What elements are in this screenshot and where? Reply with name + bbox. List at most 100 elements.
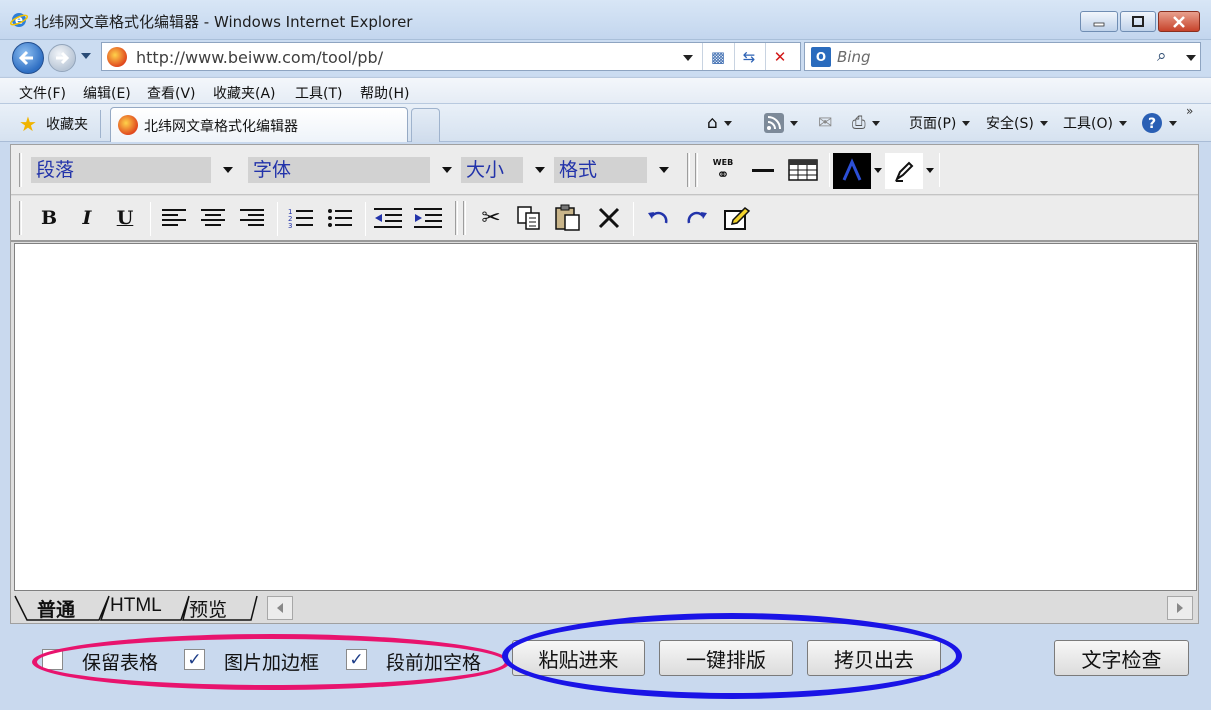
copy-icon <box>517 206 540 230</box>
ordered-list-button[interactable]: 123 <box>286 204 316 232</box>
help-button[interactable]: ? <box>1141 111 1177 135</box>
chevron-overflow-icon[interactable]: » <box>1186 104 1193 118</box>
address-url[interactable]: http://www.beiww.com/tool/pb/ <box>136 48 383 67</box>
editor-toolbar-row-1: 段落 字体 大小 格式 WEB ⚭ <box>11 145 1198 195</box>
italic-button[interactable]: I <box>73 204 101 232</box>
print-button[interactable]: ⎙ <box>852 111 880 135</box>
align-left-button[interactable] <box>159 204 189 232</box>
menu-edit[interactable]: 编辑(E) <box>83 83 131 103</box>
tools-menu-label: 工具(O) <box>1063 116 1113 132</box>
tab-preview[interactable]: 预览 <box>189 595 227 621</box>
tab-normal[interactable]: 普通 <box>37 595 75 621</box>
copy-button[interactable] <box>514 204 544 232</box>
toolbar-separator <box>365 202 366 236</box>
scissors-icon: ✂ <box>481 205 501 231</box>
scroll-right-button[interactable] <box>1167 596 1193 620</box>
toolbar-separator <box>939 153 940 187</box>
back-button[interactable] <box>12 42 44 74</box>
menu-view[interactable]: 查看(V) <box>147 83 196 103</box>
compatibility-view-icon[interactable]: ▩ <box>706 46 730 68</box>
address-dropdown-icon[interactable] <box>683 55 693 61</box>
history-dropdown-icon[interactable] <box>81 53 91 59</box>
page-menu-label: 页面(P) <box>909 116 957 132</box>
favorites-bar: ★ 收藏夹 北纬网文章格式化编辑器 ⌂ ✉ ⎙ 页面(P) 安全(S) 工具(O… <box>0 104 1211 142</box>
minimize-button[interactable] <box>1080 11 1118 32</box>
home-button[interactable]: ⌂ <box>707 111 732 135</box>
ie-logo-icon: e <box>10 13 28 27</box>
page-menu-button[interactable]: 页面(P) <box>909 111 971 135</box>
outdent-button[interactable] <box>372 204 404 232</box>
search-options-dropdown-icon[interactable] <box>1186 55 1196 61</box>
delete-button[interactable] <box>594 204 624 232</box>
safety-menu-button[interactable]: 安全(S) <box>986 111 1048 135</box>
menu-tools[interactable]: 工具(T) <box>295 83 342 103</box>
font-color-button[interactable] <box>833 153 871 189</box>
options-highlight-ellipse <box>32 634 510 690</box>
cut-button[interactable]: ✂ <box>476 204 506 232</box>
favorites-button[interactable]: 收藏夹 <box>46 114 88 134</box>
close-button[interactable] <box>1158 11 1200 32</box>
svg-text:?: ? <box>1148 116 1156 132</box>
highlight-color-dropdown-icon[interactable] <box>926 168 934 173</box>
align-right-icon <box>240 209 264 226</box>
size-select[interactable]: 大小 <box>461 155 545 185</box>
toolbar-separator <box>277 202 278 236</box>
font-color-dropdown-icon[interactable] <box>874 168 882 173</box>
tab-favicon-icon <box>118 115 138 135</box>
help-dropdown-icon[interactable] <box>1169 120 1177 126</box>
spell-check-button[interactable]: 文字检查 <box>1054 640 1189 676</box>
highlight-color-button[interactable] <box>885 153 923 189</box>
editor-mode-tabs: 普通 HTML 预览 <box>11 592 1198 623</box>
undo-button[interactable] <box>643 204 673 232</box>
page-dropdown-icon <box>962 120 971 126</box>
menu-favorites[interactable]: 收藏夹(A) <box>213 83 276 103</box>
home-dropdown-icon[interactable] <box>723 120 732 126</box>
indent-button[interactable] <box>412 204 444 232</box>
feeds-button[interactable] <box>764 111 798 135</box>
toolbar-separator <box>633 202 634 236</box>
tab-html[interactable]: HTML <box>110 595 162 619</box>
read-mail-button[interactable]: ✉ <box>818 111 832 135</box>
tools-menu-button[interactable]: 工具(O) <box>1063 111 1127 135</box>
insert-link-button[interactable]: WEB ⚭ <box>707 154 739 186</box>
scroll-left-button[interactable] <box>267 596 293 620</box>
edit-properties-button[interactable] <box>722 204 752 232</box>
maximize-button[interactable] <box>1120 11 1156 32</box>
menu-help[interactable]: 帮助(H) <box>360 83 409 103</box>
refresh-icon[interactable]: ⇆ <box>737 46 761 68</box>
feeds-dropdown-icon[interactable] <box>790 120 798 126</box>
address-toolbar: http://www.beiww.com/tool/pb/ ▩ ⇆ ✕ O Bi… <box>0 40 1211 76</box>
align-right-button[interactable] <box>237 204 267 232</box>
format-select[interactable]: 格式 <box>554 155 669 185</box>
bold-button[interactable]: B <box>35 204 63 232</box>
unordered-list-button[interactable] <box>325 204 355 232</box>
underline-button[interactable]: U <box>111 204 139 232</box>
paragraph-select[interactable]: 段落 <box>31 155 233 185</box>
favorites-separator <box>100 110 101 138</box>
print-dropdown-icon[interactable] <box>871 120 880 126</box>
forward-button[interactable] <box>48 44 76 72</box>
stop-icon[interactable]: ✕ <box>768 46 792 68</box>
browser-tab-active[interactable]: 北纬网文章格式化编辑器 <box>110 107 408 142</box>
menu-file[interactable]: 文件(F) <box>19 83 66 103</box>
search-placeholder[interactable]: Bing <box>837 48 871 66</box>
favorites-star-icon[interactable]: ★ <box>19 112 37 136</box>
italic-icon: I <box>82 207 92 229</box>
outdent-icon <box>374 208 402 228</box>
address-bar[interactable]: http://www.beiww.com/tool/pb/ ▩ ⇆ ✕ <box>101 42 801 71</box>
editor-content-area[interactable] <box>14 243 1197 591</box>
tools-dropdown-icon <box>1118 120 1127 126</box>
align-center-button[interactable] <box>198 204 228 232</box>
search-icon[interactable]: ⌕ <box>1157 46 1167 66</box>
size-dropdown-icon <box>535 167 545 173</box>
redo-button[interactable] <box>682 204 712 232</box>
horizontal-rule-button[interactable] <box>749 156 777 184</box>
new-tab-button[interactable] <box>411 108 440 142</box>
font-select[interactable]: 字体 <box>248 155 452 185</box>
insert-table-button[interactable] <box>786 156 820 184</box>
toolbar-grip <box>695 153 698 187</box>
align-left-icon <box>162 209 186 226</box>
menu-bar: 文件(F) 编辑(E) 查看(V) 收藏夹(A) 工具(T) 帮助(H) <box>0 77 1211 104</box>
search-box[interactable]: O Bing ⌕ <box>804 42 1201 71</box>
paste-button[interactable] <box>553 204 583 232</box>
